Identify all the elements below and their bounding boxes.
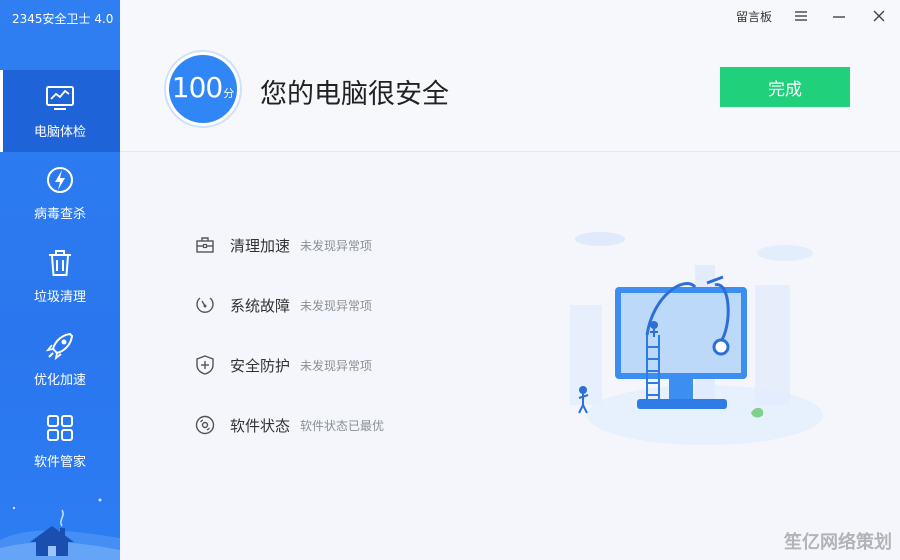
score-unit: 分 xyxy=(223,87,235,100)
lightning-shield-icon xyxy=(47,167,73,193)
gauge-icon xyxy=(196,297,214,313)
sidebar-item-label: 软件管家 xyxy=(33,455,86,470)
rocket-icon xyxy=(45,332,74,361)
sidebar-item-pc-checkup[interactable]: 电脑体检 xyxy=(0,70,120,152)
minimize-icon xyxy=(833,16,845,18)
sidebar-item-label: 病毒查杀 xyxy=(33,207,86,222)
watermark-text: 笙亿网络策划 xyxy=(784,532,892,553)
done-button[interactable]: 完成 xyxy=(720,67,850,107)
sidebar-item-virus-scan[interactable]: 病毒查杀 xyxy=(0,152,120,234)
score-circle: 100 分 xyxy=(169,55,237,123)
sidebar: 2345安全卫士 4.0 电脑体检 病毒查杀 垃圾清理 优化加速 软件管家 xyxy=(0,0,120,560)
result-headline: 您的电脑很安全 xyxy=(260,79,449,110)
result-item-system-fault: 系统故障 未发现异常项 xyxy=(194,293,372,317)
result-status: 未发现异常项 xyxy=(300,298,373,313)
disc-icon xyxy=(195,415,215,435)
minimize-button[interactable] xyxy=(830,6,848,26)
sidebar-item-label: 垃圾清理 xyxy=(33,290,86,305)
result-item-cleanup: 清理加速 未发现异常项 xyxy=(194,233,372,257)
result-status: 软件状态已最优 xyxy=(300,418,385,433)
trash-icon xyxy=(49,250,71,276)
result-item-security: 安全防护 未发现异常项 xyxy=(194,353,372,377)
sidebar-item-label: 优化加速 xyxy=(33,373,86,388)
apps-grid-icon xyxy=(47,415,73,441)
result-item-software: 软件状态 软件状态已最优 xyxy=(194,413,384,437)
sidebar-item-label: 电脑体检 xyxy=(33,125,86,140)
monitor-icon xyxy=(46,86,74,110)
score-badge: 100 分 xyxy=(164,50,242,128)
close-button[interactable] xyxy=(870,6,888,26)
result-status: 未发现异常项 xyxy=(300,238,373,253)
app-title: 2345安全卫士 4.0 xyxy=(12,12,114,26)
result-name: 清理加速 xyxy=(230,236,291,255)
toolbox-icon xyxy=(196,237,214,253)
sidebar-item-junk-cleanup[interactable]: 垃圾清理 xyxy=(0,235,120,317)
result-status: 未发现异常项 xyxy=(300,358,373,373)
healthy-computer-illustration xyxy=(570,232,823,445)
result-name: 软件状态 xyxy=(230,416,291,435)
hamburger-menu-icon xyxy=(795,11,807,21)
score-value: 100 xyxy=(171,71,223,104)
menu-button[interactable] xyxy=(792,6,810,26)
sidebar-item-optimize[interactable]: 优化加速 xyxy=(0,318,120,400)
shield-plus-icon xyxy=(196,355,214,375)
feedback-button[interactable]: 留言板 xyxy=(733,6,775,26)
result-name: 系统故障 xyxy=(230,296,291,315)
result-name: 安全防护 xyxy=(230,356,291,375)
close-icon xyxy=(873,10,885,22)
house-illustration xyxy=(0,498,120,560)
